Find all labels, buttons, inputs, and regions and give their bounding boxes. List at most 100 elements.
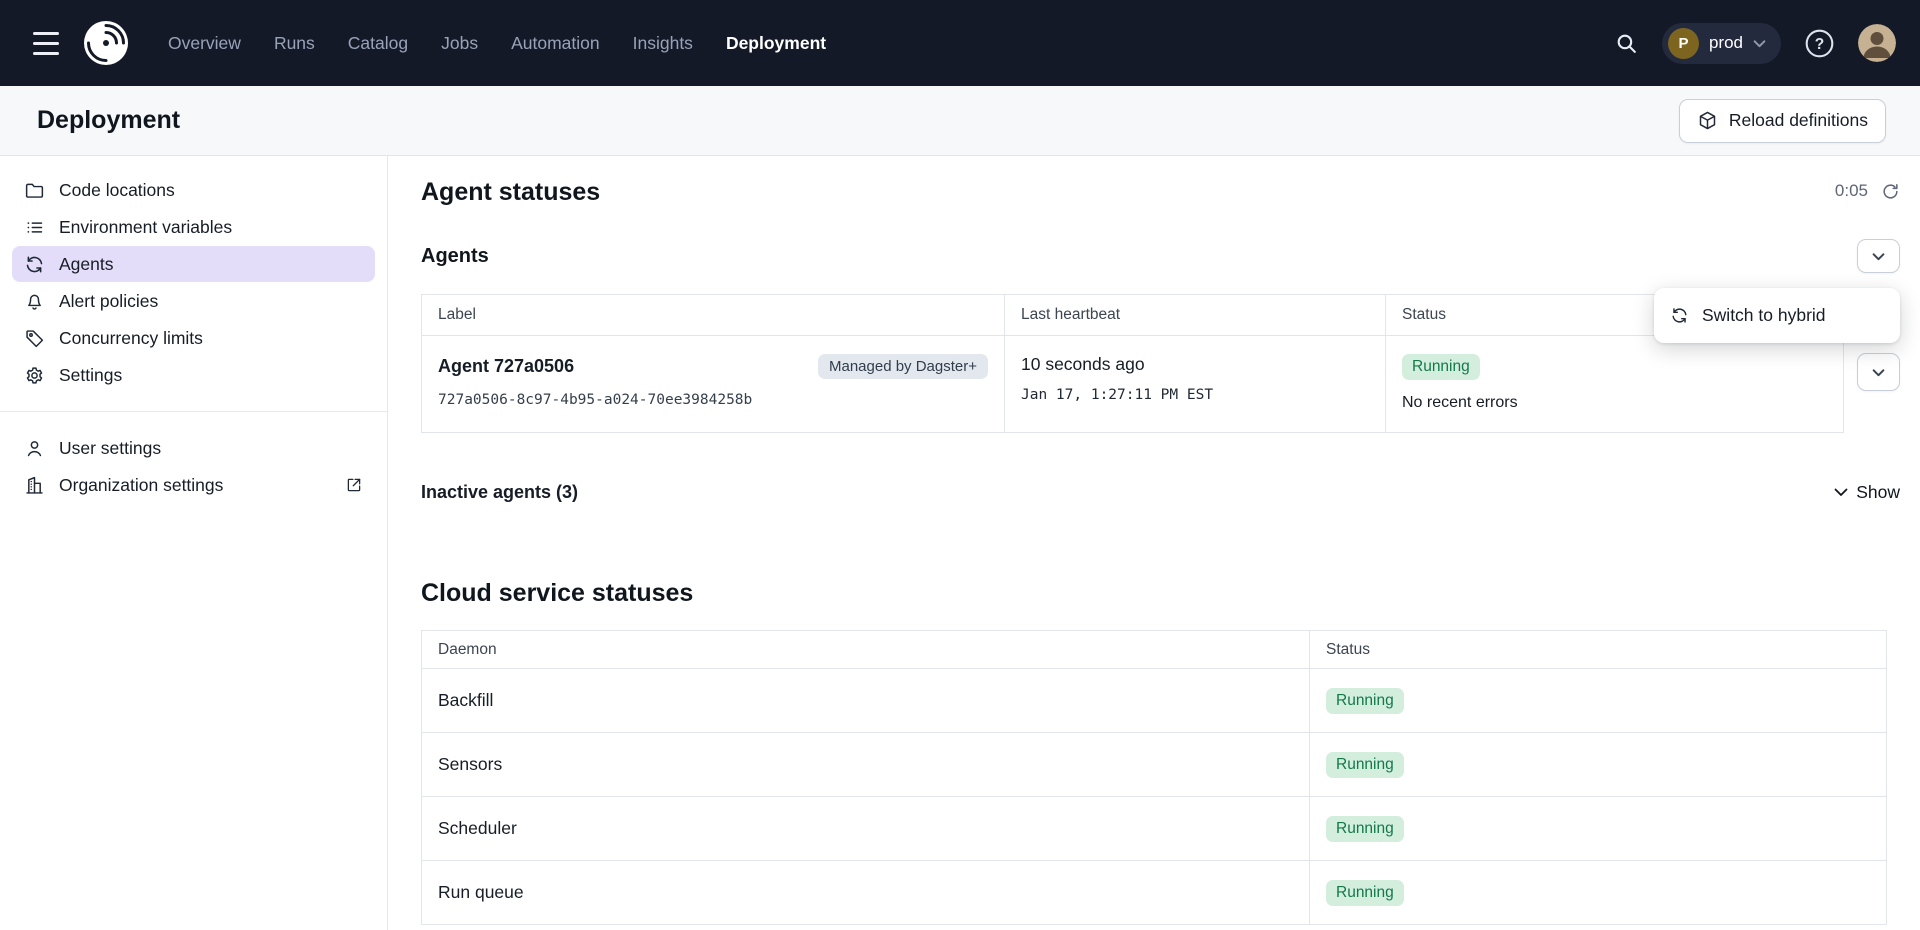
menu-item-label: Switch to hybrid [1702,305,1826,326]
primary-nav: Overview Runs Catalog Jobs Automation In… [168,33,826,54]
sidebar-item-label: Environment variables [59,217,232,238]
agents-menu-button[interactable] [1857,239,1900,273]
sidebar-item-environment-variables[interactable]: Environment variables [12,209,375,245]
refresh-countdown: 0:05 [1835,181,1900,201]
agent-name: Agent 727a0506 [438,356,574,377]
sidebar-item-alert-policies[interactable]: Alert policies [12,283,375,319]
column-header-last-heartbeat: Last heartbeat [1005,295,1386,336]
nav-item-runs[interactable]: Runs [274,33,315,54]
gear-icon [24,365,45,386]
page-header: Deployment Reload definitions [0,86,1920,156]
deployment-switcher-button[interactable]: P prod [1662,23,1781,64]
cloud-service-statuses-title: Cloud service statuses [421,579,1900,608]
package-reload-icon [1697,110,1718,131]
sidebar-item-user-settings[interactable]: User settings [12,430,375,466]
heartbeat-relative: 10 seconds ago [1021,354,1369,375]
inactive-agents-row: Inactive agents (3) Show [421,479,1900,505]
user-avatar[interactable] [1858,24,1896,62]
agent-row-menu-button[interactable] [1857,353,1900,391]
daemon-name: Run queue [438,882,524,902]
nav-item-deployment[interactable]: Deployment [726,33,826,54]
sidebar-item-label: Settings [59,365,122,386]
sidebar-item-agents[interactable]: Agents [12,246,375,282]
column-header-label: Label [422,295,1005,336]
agent-label-cell: Agent 727a0506 Managed by Dagster+ 727a0… [422,336,1005,433]
cloud-services-table: Daemon Status Backfill Running Sensors R… [421,630,1887,925]
building-icon [24,475,45,496]
sidebar-item-label: Alert policies [59,291,158,312]
status-badge: Running [1326,752,1404,778]
agents-subheader: Agents Switch to hybrid [421,238,1900,274]
status-badge: Running [1326,816,1404,842]
inactive-agents-show-button[interactable]: Show [1834,482,1900,503]
daemon-name: Backfill [438,690,493,710]
agent-row: Agent 727a0506 Managed by Dagster+ 727a0… [422,336,1844,433]
daemon-row-sensors: Sensors Running [422,733,1887,797]
svg-text:?: ? [1815,35,1824,52]
sidebar-item-organization-settings[interactable]: Organization settings [12,467,375,503]
user-icon [24,438,45,459]
refresh-icon[interactable] [1881,182,1900,201]
column-header-daemon: Daemon [422,631,1310,669]
nav-right-cluster: P prod ? [1610,23,1896,64]
sidebar-item-code-locations[interactable]: Code locations [12,172,375,208]
sidebar-item-label: Agents [59,254,113,275]
deployment-switcher-label: prod [1709,33,1743,53]
agent-statuses-header: Agent statuses 0:05 [421,178,1900,208]
agent-heartbeat-cell: 10 seconds ago Jan 17, 1:27:11 PM EST [1005,336,1386,433]
reload-definitions-button[interactable]: Reload definitions [1679,99,1886,143]
status-detail: No recent errors [1402,394,1827,412]
sidebar-divider [0,411,387,412]
nav-item-jobs[interactable]: Jobs [441,33,478,54]
sync-icon [1670,306,1689,325]
nav-item-overview[interactable]: Overview [168,33,241,54]
managed-badge: Managed by Dagster+ [818,354,988,379]
agents-table-header-row: Label Last heartbeat Status [422,295,1844,336]
external-link-icon [345,476,363,494]
dagster-logo-icon[interactable] [80,17,132,69]
show-label: Show [1856,482,1900,503]
tag-icon [24,328,45,349]
main-panel: Agent statuses 0:05 Agents S [388,156,1920,930]
bell-icon [24,291,45,312]
sidebar-item-label: Organization settings [59,475,223,496]
hamburger-menu-button[interactable] [24,21,68,65]
inactive-agents-label: Inactive agents (3) [421,482,578,503]
sync-icon [24,254,45,275]
sidebar-item-concurrency-limits[interactable]: Concurrency limits [12,320,375,356]
sidebar-item-label: User settings [59,438,161,459]
sidebar-item-settings[interactable]: Settings [12,357,375,393]
nav-item-automation[interactable]: Automation [511,33,600,54]
daemon-row-backfill: Backfill Running [422,669,1887,733]
folder-icon [24,180,45,201]
search-icon[interactable] [1610,27,1643,60]
agents-dropdown-menu: Switch to hybrid [1654,288,1900,343]
top-nav: Overview Runs Catalog Jobs Automation In… [0,0,1920,86]
help-icon[interactable]: ? [1800,24,1839,63]
chevron-down-icon [1753,39,1766,48]
refresh-countdown-value: 0:05 [1835,181,1868,201]
chevron-down-icon [1834,488,1848,497]
menu-item-switch-to-hybrid[interactable]: Switch to hybrid [1654,293,1900,338]
deployment-avatar: P [1668,28,1699,59]
daemon-row-scheduler: Scheduler Running [422,797,1887,861]
status-badge: Running [1402,354,1480,380]
status-badge: Running [1326,688,1404,714]
reload-definitions-label: Reload definitions [1729,110,1868,131]
nav-item-insights[interactable]: Insights [633,33,693,54]
daemon-name: Sensors [438,754,502,774]
chevron-down-icon [1872,252,1885,261]
column-header-status: Status [1310,631,1887,669]
deployment-sidebar: Code locations Environment variables Age… [0,156,388,930]
agents-subtitle: Agents [421,245,489,268]
nav-item-catalog[interactable]: Catalog [348,33,408,54]
agent-statuses-title: Agent statuses [421,178,600,207]
agent-id: 727a0506-8c97-4b95-a024-70ee3984258b [438,392,988,408]
agents-table: Label Last heartbeat Status Agent 727a05… [421,294,1844,433]
page-title: Deployment [37,106,180,135]
sidebar-item-label: Code locations [59,180,175,201]
chevron-down-icon [1872,368,1885,377]
cloud-table-header-row: Daemon Status [422,631,1887,669]
status-badge: Running [1326,880,1404,906]
daemon-row-run-queue: Run queue Running [422,861,1887,925]
